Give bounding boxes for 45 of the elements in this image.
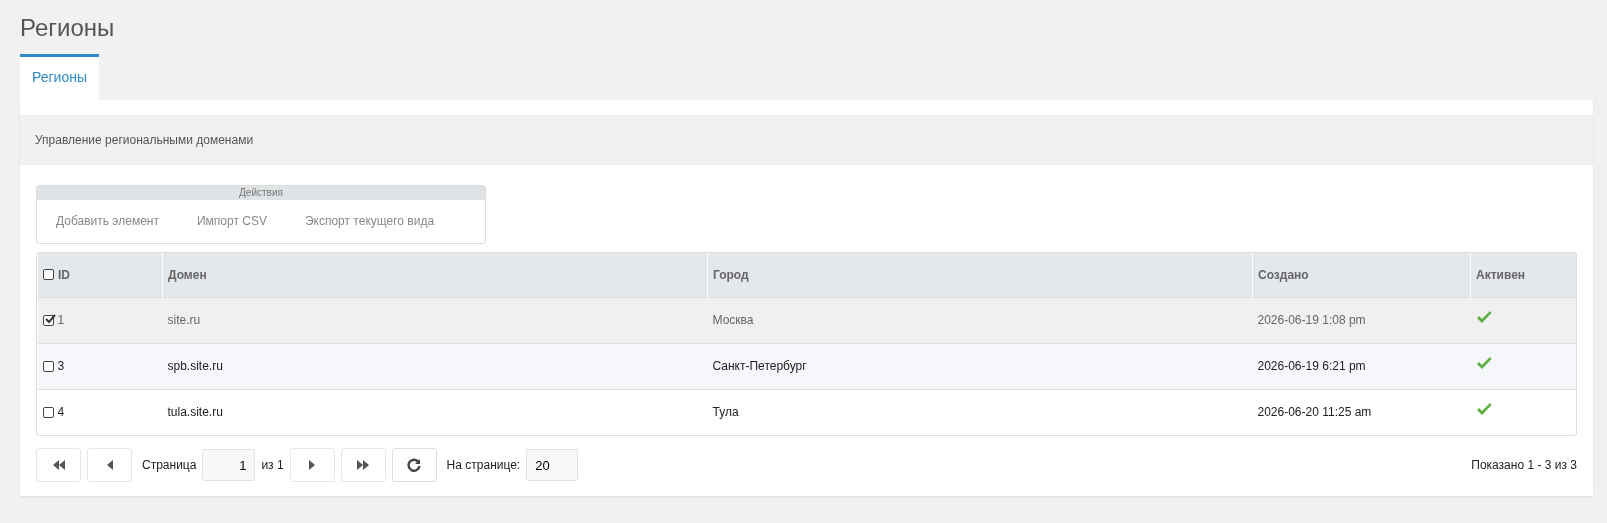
table-cell: 2026-06-19 6:21 pm [1257, 359, 1366, 373]
action-button[interactable]: Импорт CSV [177, 200, 286, 243]
table-cell: Санкт-Петербург [712, 359, 807, 373]
table-cell: 2026-06-20 11:25 am [1257, 405, 1372, 420]
column-header: Создано [1258, 267, 1309, 282]
double-left-arrow-icon [51, 460, 66, 470]
page-count: из 1 [261, 457, 284, 474]
per-page-label: На странице: [446, 457, 521, 474]
actions-title: Действия [37, 186, 485, 200]
page-field[interactable]: 1 [202, 449, 256, 481]
panel-heading: Управление региональными доменами [20, 115, 1593, 165]
first-page-button[interactable] [36, 448, 81, 482]
per-page-field[interactable]: 20 [526, 449, 579, 481]
left-arrow-icon [106, 460, 113, 470]
table-cell: tula.site.ru [167, 405, 223, 420]
double-right-arrow-icon [356, 460, 371, 470]
checkbox[interactable] [42, 314, 54, 326]
table-row[interactable]: 3 spb.site.ru Санкт-Петербург 2026-06-19 6:21 pm [37, 343, 1576, 389]
results-summary: Показано 1 - 3 из 3 [1471, 457, 1577, 474]
right-arrow-icon [309, 460, 316, 470]
refresh-icon [407, 458, 422, 472]
column-header: Город [713, 267, 749, 282]
column-header: ID [58, 266, 70, 284]
tab[interactable]: Регионы [20, 54, 99, 100]
column-header: Домен [168, 267, 207, 282]
checkbox[interactable] [42, 360, 54, 372]
table-cell: Тула [712, 405, 739, 420]
table-cell-text: 1 [57, 312, 65, 329]
checkbox[interactable] [42, 406, 54, 418]
table-cell-text: 3 [57, 358, 65, 375]
refresh-button[interactable] [391, 448, 437, 482]
checkbox[interactable] [43, 269, 54, 281]
table-cell: 2026-06-19 1:08 pm [1257, 313, 1366, 327]
table-cell: spb.site.ru [167, 359, 223, 373]
table-cell: Москва [712, 313, 754, 327]
last-page-button[interactable] [340, 448, 386, 482]
table-row[interactable]: 4 tula.site.ru Тула 2026-06-20 11:25 am [37, 389, 1576, 435]
action-button[interactable]: Добавить элемент [37, 200, 178, 243]
column-header: Активен [1476, 267, 1526, 282]
table-row[interactable]: 1 site.ru Москва 2026-06-19 1:08 pm [37, 297, 1576, 343]
action-button[interactable]: Экспорт текущего вида [285, 200, 454, 243]
page-label: Страница [142, 457, 197, 474]
table-cell: site.ru [167, 313, 201, 327]
page-title: Регионы [20, 13, 116, 43]
table-cell-text: 4 [57, 404, 65, 422]
